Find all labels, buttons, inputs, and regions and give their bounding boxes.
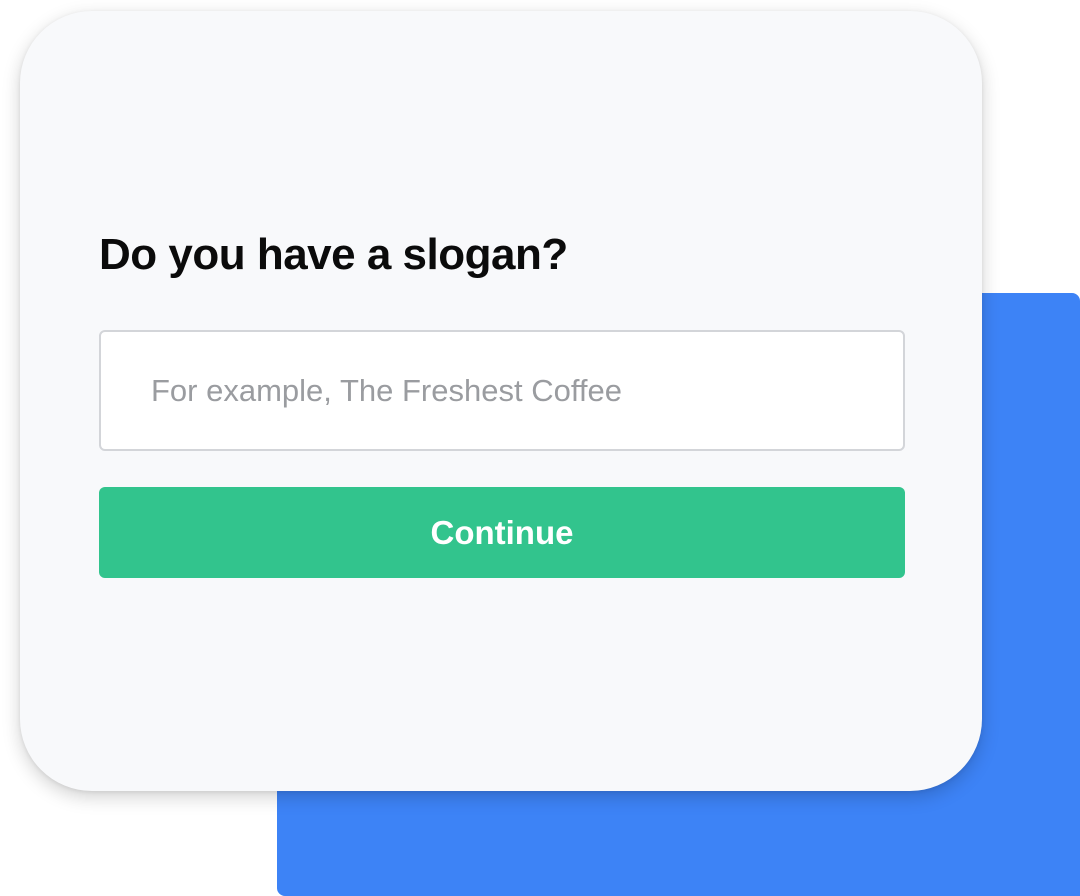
slogan-question-card: Do you have a slogan? Continue — [20, 11, 982, 791]
slogan-input[interactable] — [99, 330, 905, 451]
slogan-question-heading: Do you have a slogan? — [99, 230, 568, 279]
onboarding-stage: Do you have a slogan? Continue — [0, 0, 1080, 896]
continue-button[interactable]: Continue — [99, 487, 905, 578]
